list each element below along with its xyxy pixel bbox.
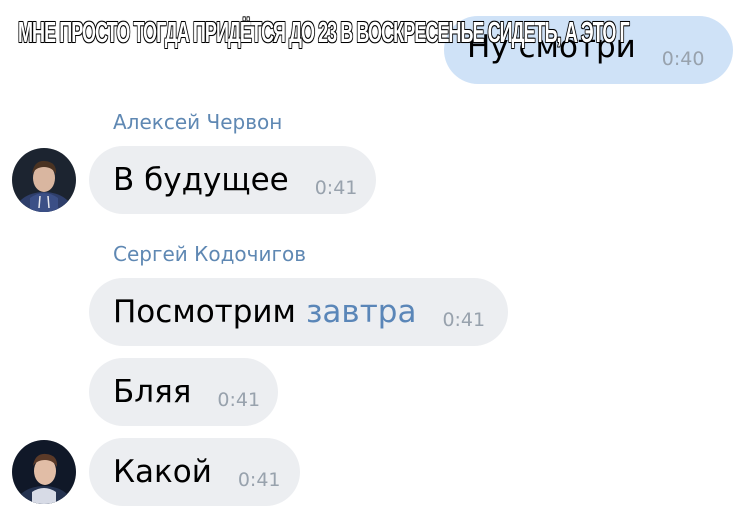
message-time: 0:41 — [237, 469, 281, 491]
sender-name[interactable]: Сергей Кодочигов — [113, 242, 306, 266]
avatar[interactable] — [12, 440, 76, 504]
user-avatar-icon — [12, 440, 76, 504]
message-time: 0:41 — [217, 389, 261, 411]
message-text: Бляя — [113, 374, 192, 410]
message-bubble-incoming[interactable]: Посмотрим завтра 0:41 — [89, 278, 508, 346]
sender-name[interactable]: Алексей Червон — [113, 110, 282, 134]
message-time: 0:41 — [442, 309, 486, 331]
message-bubble-incoming[interactable]: Какой 0:41 — [89, 438, 300, 506]
user-avatar-icon — [12, 148, 76, 212]
message-text: Какой — [113, 454, 212, 490]
meme-caption: МНЕ ПРОСТО ТОГДА ПРИДЁТСЯ ДО 23 В ВОСКРЕ… — [18, 16, 630, 50]
message-bubble-incoming[interactable]: В будущее 0:41 — [89, 146, 376, 214]
avatar[interactable] — [12, 148, 76, 212]
message-text: Посмотрим — [113, 294, 296, 330]
message-text: В будущее — [113, 162, 289, 198]
message-bubble-incoming[interactable]: Бляя 0:41 — [89, 358, 278, 426]
message-link[interactable]: завтра — [306, 294, 416, 330]
message-time: 0:41 — [314, 177, 358, 199]
